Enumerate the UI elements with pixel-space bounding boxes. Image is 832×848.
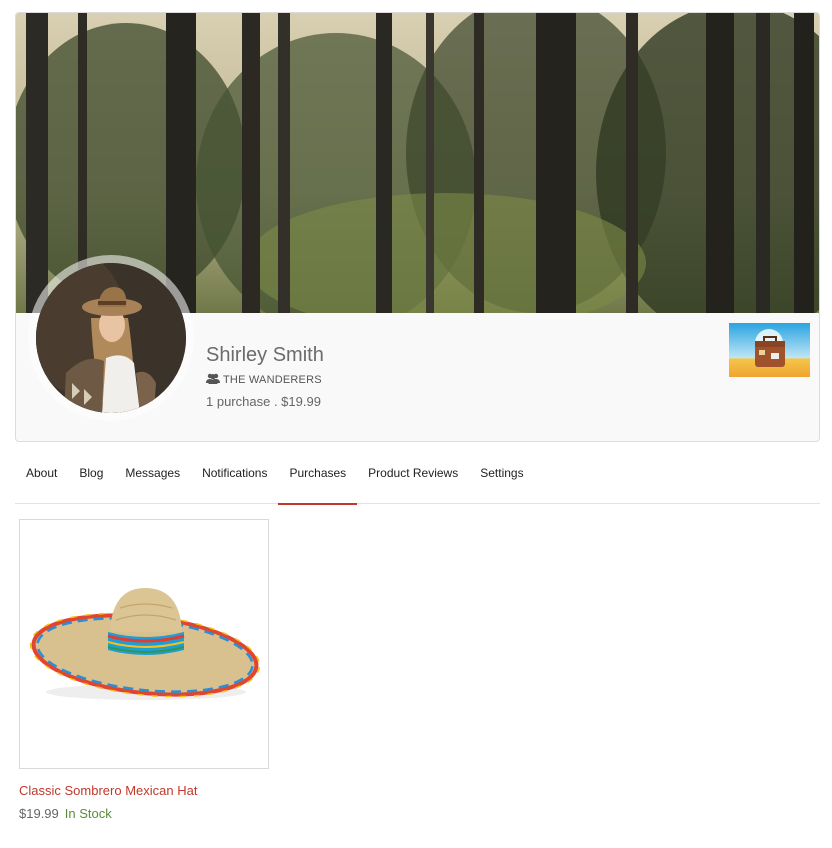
purchase-summary: 1 purchase . $19.99 (206, 394, 321, 409)
purchase-separator: . (270, 394, 282, 409)
stock-status: In Stock (64, 806, 112, 821)
product-price: $19.99 (19, 806, 59, 821)
tab-product-reviews[interactable]: Product Reviews (357, 452, 469, 504)
profile-name: Shirley Smith (206, 344, 324, 366)
users-icon (206, 373, 220, 387)
tab-about[interactable]: About (15, 452, 68, 504)
group-link[interactable]: THE WANDERERS (206, 373, 322, 387)
tab-messages[interactable]: Messages (114, 452, 191, 504)
product-title-link[interactable]: Classic Sombrero Mexican Hat (19, 783, 197, 798)
profile-card: Shirley Smith THE WANDERERS 1 purchase .… (15, 12, 820, 442)
avatar-ring (28, 255, 194, 421)
tab-notifications[interactable]: Notifications (191, 452, 278, 504)
tab-blog[interactable]: Blog (68, 452, 114, 504)
avatar[interactable] (36, 263, 186, 413)
tab-purchases[interactable]: Purchases (278, 452, 357, 505)
product-image[interactable] (19, 519, 269, 769)
profile-tabs: About Blog Messages Notifications Purcha… (15, 452, 820, 505)
group-name: THE WANDERERS (223, 374, 322, 386)
purchase-total: $19.99 (281, 394, 321, 409)
tab-settings[interactable]: Settings (469, 452, 534, 504)
travel-badge-image[interactable] (729, 323, 810, 377)
purchase-count: 1 purchase (206, 394, 271, 409)
product-meta: $19.99 In Stock (19, 806, 112, 821)
